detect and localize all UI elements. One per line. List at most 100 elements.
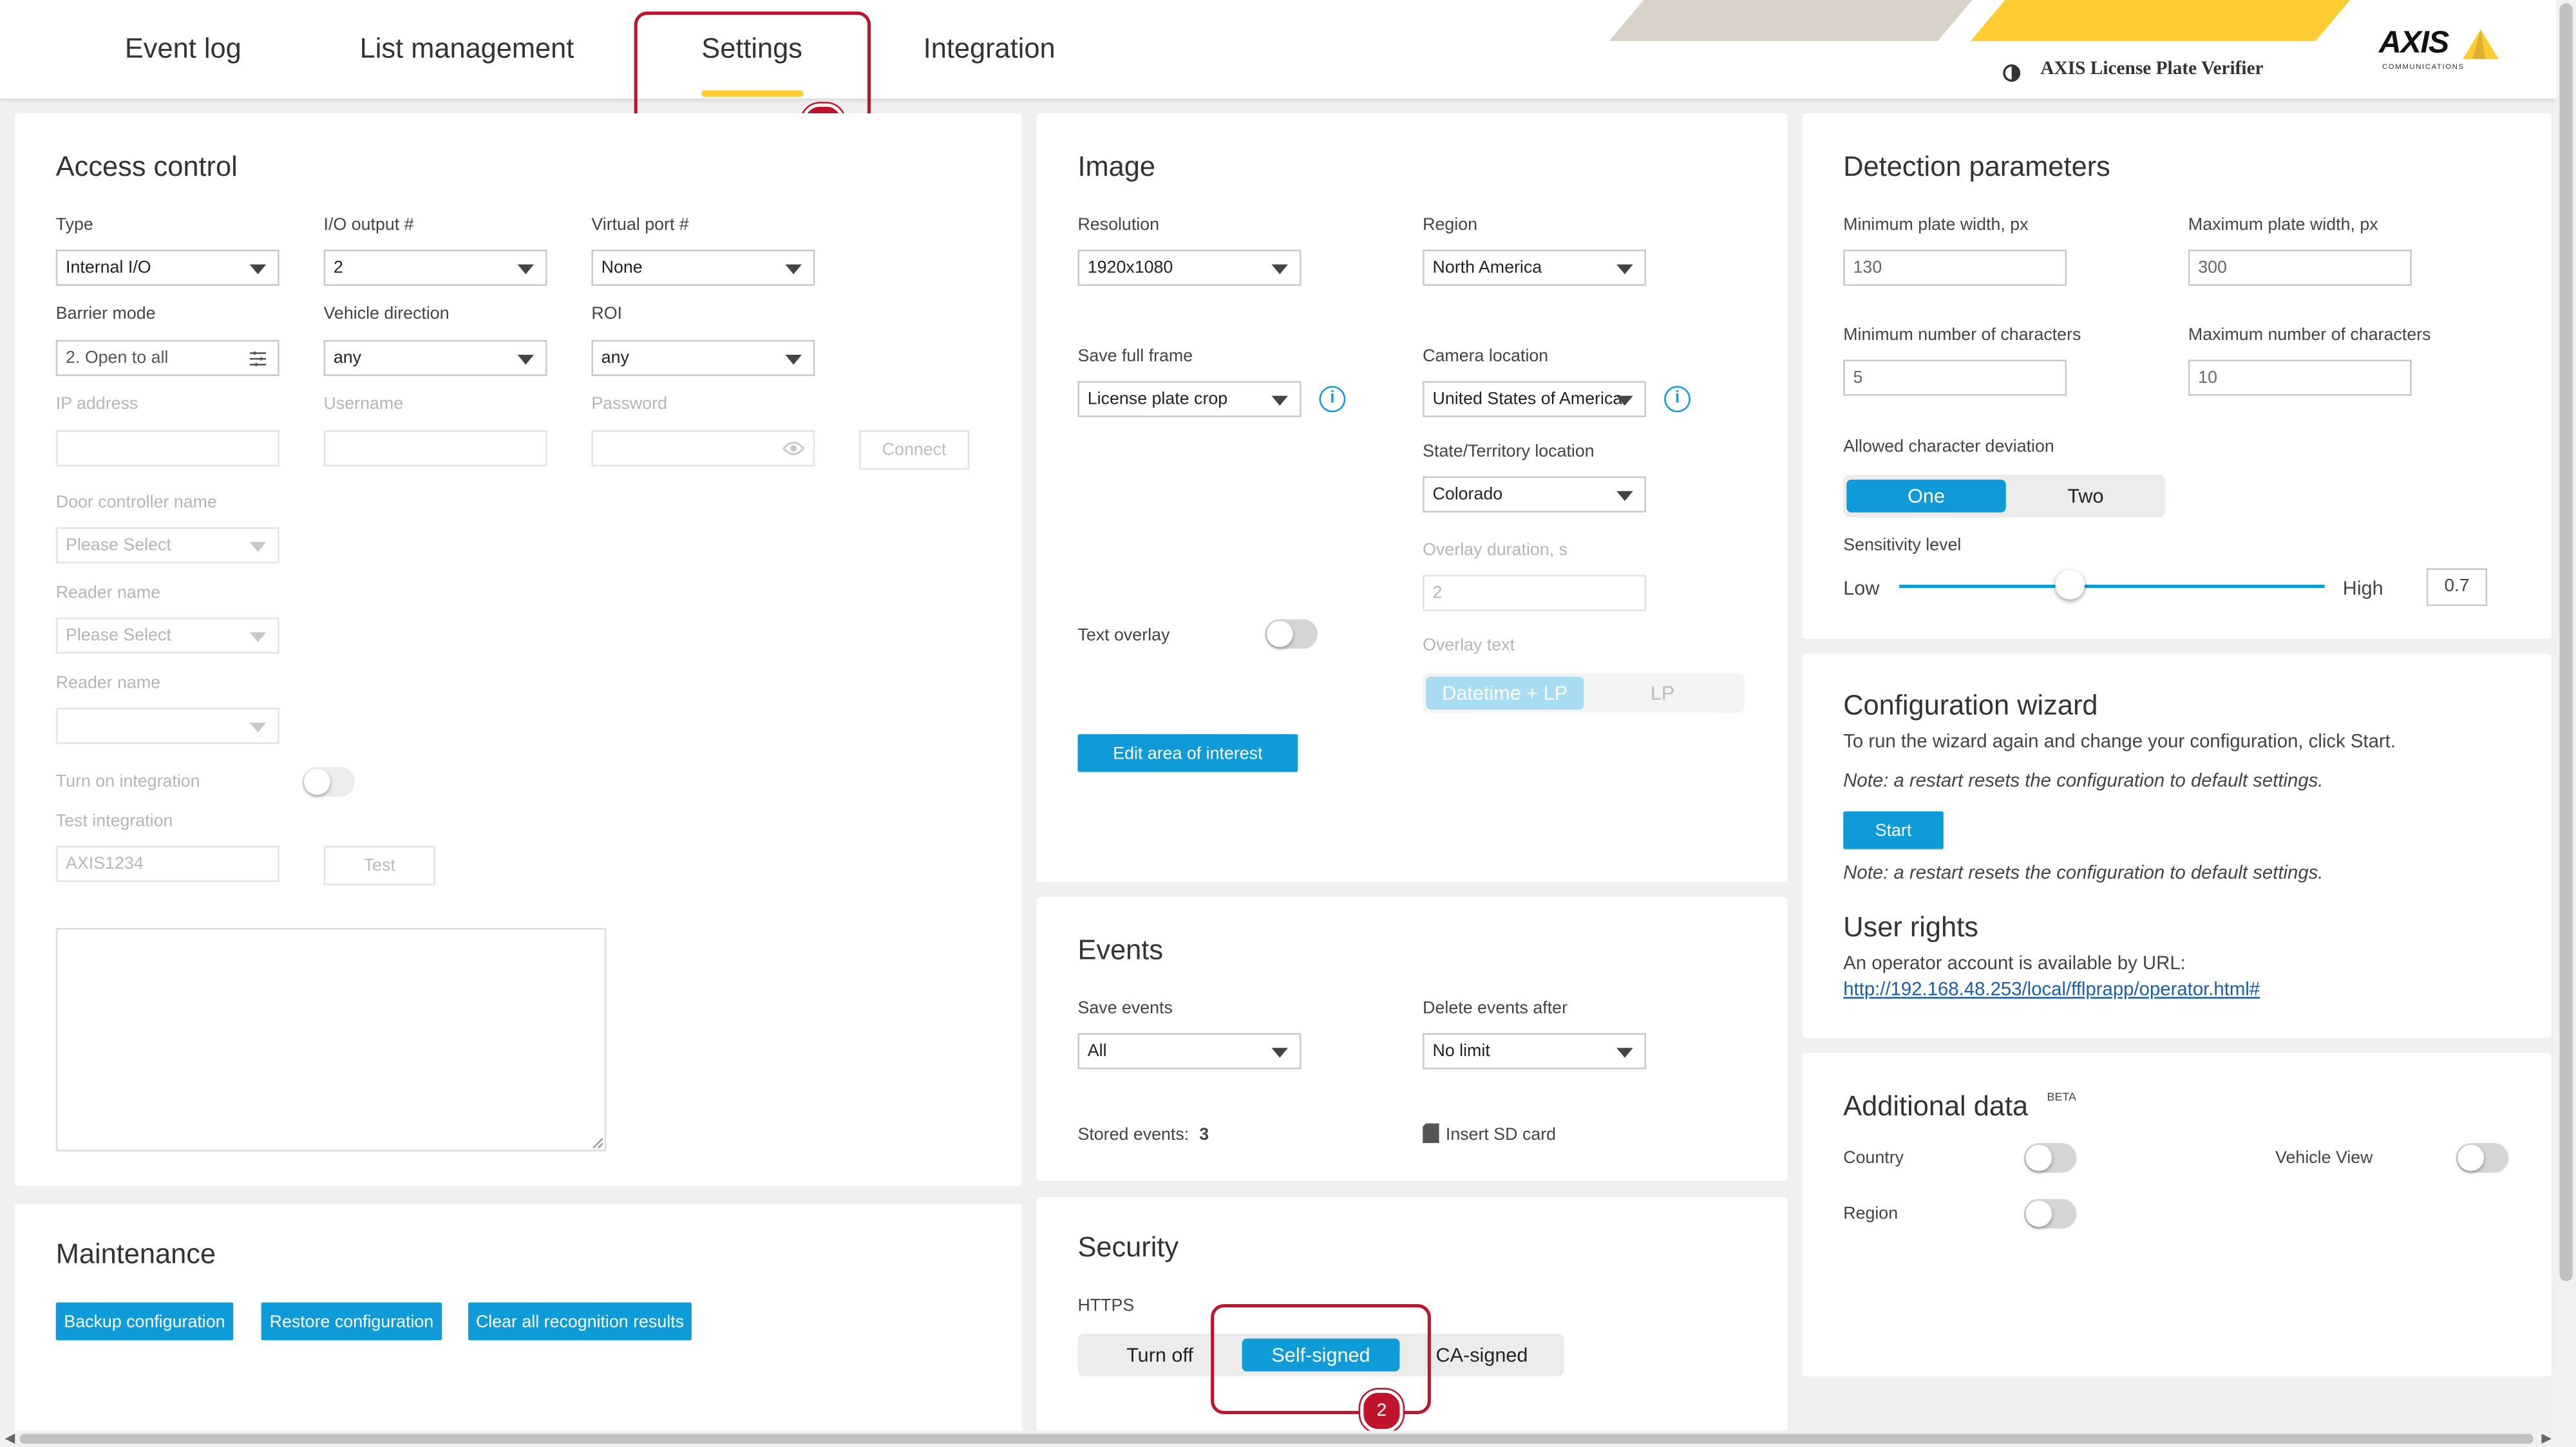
overlay-text-toggle-group: Datetime + LP LP: [1423, 673, 1745, 713]
max-characters-input[interactable]: 10: [2188, 359, 2412, 396]
state-location-select[interactable]: Colorado: [1423, 476, 1647, 513]
region-select[interactable]: North America: [1423, 249, 1647, 286]
edit-area-of-interest-button[interactable]: Edit area of interest: [1077, 734, 1298, 772]
reader-name-label-1: Reader name: [55, 583, 161, 603]
insert-sd-card-text: Insert SD card: [1445, 1125, 1557, 1145]
roi-label: ROI: [591, 303, 622, 324]
min-plate-width-input[interactable]: 130: [1843, 249, 2067, 286]
maintenance-panel: Maintenance Backup configuration Restore…: [14, 1204, 1022, 1439]
brand-stripe-yellow: [1970, 0, 2351, 41]
resolution-select[interactable]: 1920x1080: [1077, 249, 1302, 286]
eye-icon[interactable]: [782, 440, 805, 457]
min-characters-label: Minimum number of characters: [1843, 325, 2081, 345]
horizontal-scrollbar[interactable]: ◀ ▶: [0, 1430, 2576, 1447]
wizard-note-2: Note: a restart resets the configuration…: [1843, 864, 2324, 884]
max-plate-width-input[interactable]: 300: [2188, 249, 2412, 286]
vehicle-direction-select[interactable]: any: [323, 339, 547, 377]
chevron-down-icon: [1616, 395, 1633, 406]
username-input[interactable]: [323, 430, 547, 467]
delete-events-select[interactable]: No limit: [1423, 1033, 1647, 1070]
barrier-mode-select[interactable]: 2. Open to all: [55, 339, 279, 377]
door-controller-select[interactable]: Please Select: [55, 527, 279, 563]
save-events-label: Save events: [1077, 998, 1173, 1019]
deviation-option-one[interactable]: One: [1846, 479, 2006, 513]
region-data-toggle[interactable]: [2023, 1198, 2077, 1229]
region-data-label: Region: [1843, 1204, 1899, 1224]
horizontal-scrollbar-thumb[interactable]: [19, 1433, 2533, 1444]
contrast-icon[interactable]: [2003, 61, 2021, 82]
scroll-right-icon[interactable]: ▶: [2541, 1430, 2552, 1445]
overlay-duration-input[interactable]: 2: [1423, 574, 1647, 611]
reader-name-select-2[interactable]: [55, 708, 279, 744]
axis-logo: AXIS COMMUNICATIONS: [2379, 26, 2501, 76]
sensitivity-slider-track[interactable]: [1899, 570, 2325, 600]
wizard-start-button[interactable]: Start: [1843, 811, 1944, 849]
allowed-deviation-label: Allowed character deviation: [1843, 437, 2054, 457]
text-overlay-toggle[interactable]: [1265, 619, 1318, 649]
chevron-down-icon: [785, 264, 802, 274]
clear-recognition-results-button[interactable]: Clear all recognition results: [468, 1302, 692, 1341]
chevron-down-icon: [1271, 395, 1288, 406]
sensitivity-value-input[interactable]: 0.7: [2426, 568, 2488, 607]
info-icon[interactable]: i: [1664, 386, 1690, 413]
overlay-option-datetime-lp[interactable]: Datetime + LP: [1426, 676, 1584, 710]
restore-configuration-button[interactable]: Restore configuration: [261, 1302, 442, 1341]
password-input[interactable]: [591, 430, 815, 467]
camera-location-select[interactable]: United States of America: [1423, 381, 1647, 417]
tab-event-log[interactable]: Event log: [125, 33, 242, 66]
tab-list-management[interactable]: List management: [360, 33, 574, 66]
info-icon[interactable]: i: [1319, 386, 1346, 413]
io-output-select[interactable]: 2: [323, 249, 547, 286]
chevron-down-icon: [1616, 491, 1633, 501]
save-events-select[interactable]: All: [1077, 1033, 1302, 1070]
sensitivity-label: Sensitivity level: [1843, 535, 1962, 556]
chevron-down-icon: [249, 723, 267, 733]
min-characters-input[interactable]: 5: [1843, 359, 2067, 396]
camera-location-label: Camera location: [1423, 346, 1549, 366]
connect-button[interactable]: Connect: [859, 430, 970, 470]
sensitivity-slider-handle[interactable]: [2054, 570, 2085, 600]
operator-url-link[interactable]: http://192.168.48.253/local/fflprapp/ope…: [1843, 981, 2260, 1001]
io-output-label: I/O output #: [323, 215, 414, 235]
chevron-down-icon: [1616, 1048, 1633, 1058]
vehicle-direction-label: Vehicle direction: [323, 303, 450, 324]
sensitivity-low-label: Low: [1843, 576, 1880, 600]
password-label: Password: [591, 394, 667, 414]
type-select[interactable]: Internal I/O: [55, 249, 279, 286]
callout-badge-2: 2: [1360, 1389, 1403, 1433]
access-control-title: Access control: [55, 151, 238, 183]
deviation-toggle-group: One Two: [1843, 475, 2166, 518]
https-label: HTTPS: [1077, 1296, 1135, 1316]
country-toggle[interactable]: [2023, 1143, 2077, 1173]
vertical-scrollbar[interactable]: [2556, 0, 2576, 1431]
additional-data-title: Additional data: [1843, 1090, 2029, 1122]
vertical-scrollbar-thumb[interactable]: [2559, 3, 2573, 1281]
overlay-text-label: Overlay text: [1423, 636, 1515, 656]
scroll-left-icon[interactable]: ◀: [5, 1430, 15, 1445]
configuration-wizard-panel: Configuration wizard To run the wizard a…: [1802, 654, 2552, 1038]
virtual-port-select[interactable]: None: [591, 249, 815, 286]
tab-integration[interactable]: Integration: [923, 33, 1056, 66]
chevron-down-icon: [1271, 264, 1288, 274]
reader-name-select-1[interactable]: Please Select: [55, 617, 279, 654]
vehicle-view-toggle[interactable]: [2456, 1143, 2509, 1173]
save-full-frame-select[interactable]: License plate crop: [1077, 381, 1302, 417]
max-plate-width-label: Maximum plate width, px: [2188, 215, 2378, 235]
test-integration-input[interactable]: AXIS1234: [55, 846, 279, 882]
ip-address-input[interactable]: [55, 430, 279, 467]
username-label: Username: [323, 394, 404, 414]
test-button[interactable]: Test: [323, 846, 436, 885]
state-location-label: State/Territory location: [1423, 442, 1595, 462]
resize-handle-icon[interactable]: [590, 1135, 603, 1148]
integration-toggle[interactable]: [302, 767, 355, 797]
roi-select[interactable]: any: [591, 339, 815, 377]
chevron-down-icon: [517, 354, 535, 365]
overlay-option-lp[interactable]: LP: [1584, 677, 1741, 710]
wizard-note-1: Note: a restart resets the configuration…: [1843, 771, 2324, 792]
resolution-label: Resolution: [1077, 215, 1160, 235]
backup-configuration-button[interactable]: Backup configuration: [55, 1302, 234, 1341]
deviation-option-two[interactable]: Two: [2006, 480, 2165, 513]
chevron-down-icon: [517, 264, 535, 274]
integration-log-textarea[interactable]: [55, 928, 607, 1151]
delete-events-label: Delete events after: [1423, 998, 1568, 1019]
